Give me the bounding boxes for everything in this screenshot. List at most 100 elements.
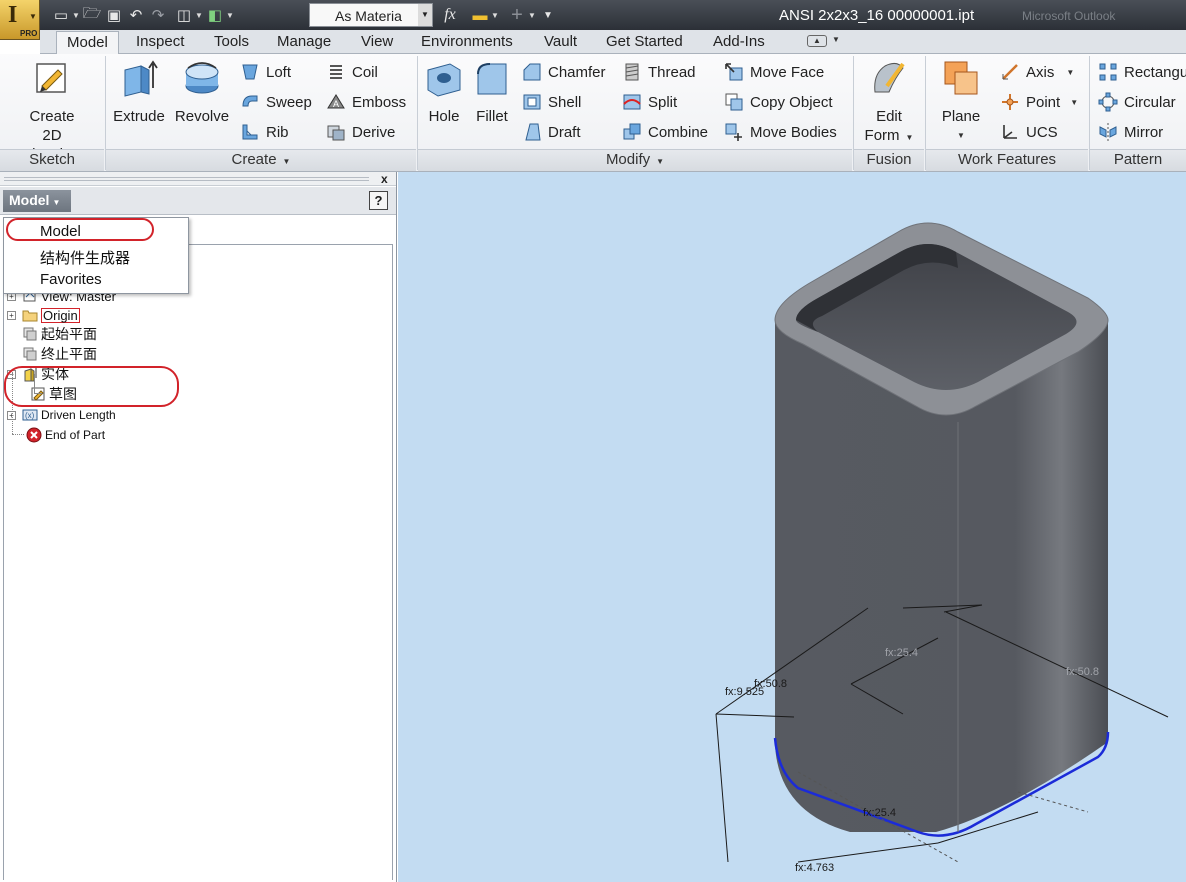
combine-button[interactable]: Combine <box>622 120 708 144</box>
draft-button[interactable]: Draft <box>522 120 581 144</box>
panel-create[interactable]: Create ▼ <box>106 149 416 171</box>
expand-icon[interactable]: + <box>7 310 16 320</box>
tree-node-end-of-part[interactable]: End of Part <box>26 425 105 445</box>
chevron-down-icon[interactable]: ▼ <box>832 35 840 44</box>
chevron-down-icon[interactable]: ▼ <box>226 11 235 20</box>
thread-button[interactable]: Thread <box>622 60 696 84</box>
grip-lines <box>4 177 369 181</box>
save-icon[interactable]: ▣ <box>103 4 125 26</box>
extrude-button[interactable]: Extrude <box>110 58 168 126</box>
shell-label: Shell <box>548 93 582 111</box>
redo-icon[interactable]: ↷ <box>147 4 169 26</box>
chevron-down-icon[interactable]: ▼ <box>491 11 500 20</box>
application-menu-button[interactable]: I ▼ PRO <box>0 0 40 40</box>
ucs-icon <box>1003 125 1017 139</box>
tab-vault[interactable]: Vault <box>544 33 577 50</box>
plane-button[interactable]: Plane ▼ <box>934 58 988 145</box>
chevron-down-icon: ▼ <box>1066 67 1075 77</box>
tab-manage[interactable]: Manage <box>277 33 331 50</box>
rib-button[interactable]: Rib <box>240 120 289 144</box>
rectangular-pattern-button[interactable]: Rectangu <box>1098 60 1186 84</box>
plane-label: Plane <box>941 108 981 125</box>
shell-button[interactable]: Shell <box>522 90 581 114</box>
shell-icon <box>523 94 541 110</box>
revolve-button[interactable]: Revolve <box>172 58 232 126</box>
tab-inspect[interactable]: Inspect <box>136 33 184 50</box>
square-tube-body[interactable] <box>773 222 1110 837</box>
copy-object-button[interactable]: Copy Object <box>724 90 833 114</box>
loft-button[interactable]: Loft <box>240 60 291 84</box>
point-button[interactable]: Point ▼ <box>1000 90 1078 114</box>
browser-type-dropdown[interactable]: Model ▼ <box>3 190 71 212</box>
tab-add-ins[interactable]: Add-Ins <box>713 33 765 50</box>
dimension-label-6[interactable]: fx:4.763 <box>795 862 834 874</box>
end-of-part-icon <box>26 427 42 443</box>
add-icon[interactable]: + <box>506 4 528 26</box>
material-select[interactable]: As Materia ▼ <box>309 3 433 27</box>
tree-node-driven-length-label: Driven Length <box>41 408 116 422</box>
move-bodies-icon <box>725 123 742 141</box>
edit-form-button[interactable]: Edit Form ▼ <box>862 58 916 147</box>
coil-button[interactable]: Coil <box>326 60 378 84</box>
axis-button[interactable]: Axis ▼ <box>1000 60 1074 84</box>
derive-button[interactable]: Derive <box>326 120 395 144</box>
graphics-viewport[interactable]: fx:9.525 fx:50.8 fx:25.4 fx:50.8 fx:25.4… <box>398 172 1186 882</box>
mirror-icon <box>1099 123 1117 141</box>
move-face-button[interactable]: Move Face <box>724 60 824 84</box>
customize-qat-icon[interactable]: ▼ <box>537 4 559 26</box>
tab-view[interactable]: View <box>361 33 393 50</box>
tab-tools[interactable]: Tools <box>214 33 249 50</box>
undo-icon[interactable]: ↶ <box>125 4 147 26</box>
tab-get-started[interactable]: Get Started <box>606 33 683 50</box>
chamfer-label: Chamfer <box>548 63 606 81</box>
dimension-label-3[interactable]: fx:25.4 <box>885 647 918 659</box>
circular-pattern-button[interactable]: Circular <box>1098 90 1176 114</box>
coil-icon <box>330 65 342 79</box>
split-button[interactable]: Split <box>622 90 677 114</box>
parameters-fx-icon[interactable]: fx <box>439 4 461 26</box>
tree-node-end-plane[interactable]: 终止平面 <box>22 344 97 364</box>
tree-node-origin[interactable]: + Origin <box>7 305 80 325</box>
rib-label: Rib <box>266 123 289 141</box>
revolve-icon <box>185 62 219 94</box>
tab-environments[interactable]: Environments <box>421 33 513 50</box>
chevron-down-icon: ▼ <box>656 157 665 166</box>
browser-title-grip[interactable]: x <box>0 172 396 186</box>
dimension-label-4[interactable]: fx:50.8 <box>1066 666 1099 678</box>
chevron-down-icon[interactable]: ▼ <box>418 4 432 26</box>
ucs-button[interactable]: UCS <box>1000 120 1058 144</box>
panel-modify[interactable]: Modify ▼ <box>418 149 852 171</box>
return-icon[interactable]: ◫ <box>173 4 195 26</box>
help-icon[interactable]: ? <box>369 191 388 210</box>
dimension-label-2[interactable]: fx:50.8 <box>754 678 787 690</box>
chevron-down-icon[interactable]: ▼ <box>72 11 81 20</box>
dimension-label-5[interactable]: fx:25.4 <box>863 807 896 819</box>
hole-icon <box>427 63 461 97</box>
chevron-down-icon[interactable]: ▼ <box>528 11 537 20</box>
hole-button[interactable]: Hole <box>422 58 466 126</box>
open-folder-icon[interactable]: 🗁 <box>81 4 103 26</box>
menu-item-favorites[interactable]: Favorites <box>40 271 102 288</box>
quick-access-toolbar-2: fx ▬ ▼ + ▼ ▼ <box>439 3 559 27</box>
mirror-button[interactable]: Mirror <box>1098 120 1163 144</box>
axis-label: Axis <box>1026 63 1055 81</box>
measure-icon[interactable]: ▬ <box>469 4 491 26</box>
fillet-button[interactable]: Fillet <box>470 58 514 126</box>
panel-pattern: Pattern <box>1090 149 1186 171</box>
chevron-down-icon[interactable]: ▼ <box>195 11 204 20</box>
split-icon <box>623 94 641 110</box>
update-icon[interactable]: ◧ <box>204 4 226 26</box>
ribbon-display-toggle-icon[interactable]: ▲ <box>807 35 827 47</box>
emboss-button[interactable]: A Emboss <box>326 90 406 114</box>
sweep-button[interactable]: Sweep <box>240 90 312 114</box>
tab-model[interactable]: Model <box>56 31 119 54</box>
tree-node-start-plane[interactable]: 起始平面 <box>22 324 97 344</box>
menu-item-frame-generator[interactable]: 结构件生成器 <box>40 247 130 268</box>
tree-node-driven-length[interactable]: + (x) Driven Length <box>7 405 116 425</box>
ucs-label: UCS <box>1026 123 1058 141</box>
move-bodies-button[interactable]: Move Bodies <box>724 120 837 144</box>
edit-form-icon <box>874 62 905 93</box>
chamfer-button[interactable]: Chamfer <box>522 60 606 84</box>
close-icon[interactable]: x <box>381 172 388 186</box>
new-file-icon[interactable]: ▭ <box>50 4 72 26</box>
